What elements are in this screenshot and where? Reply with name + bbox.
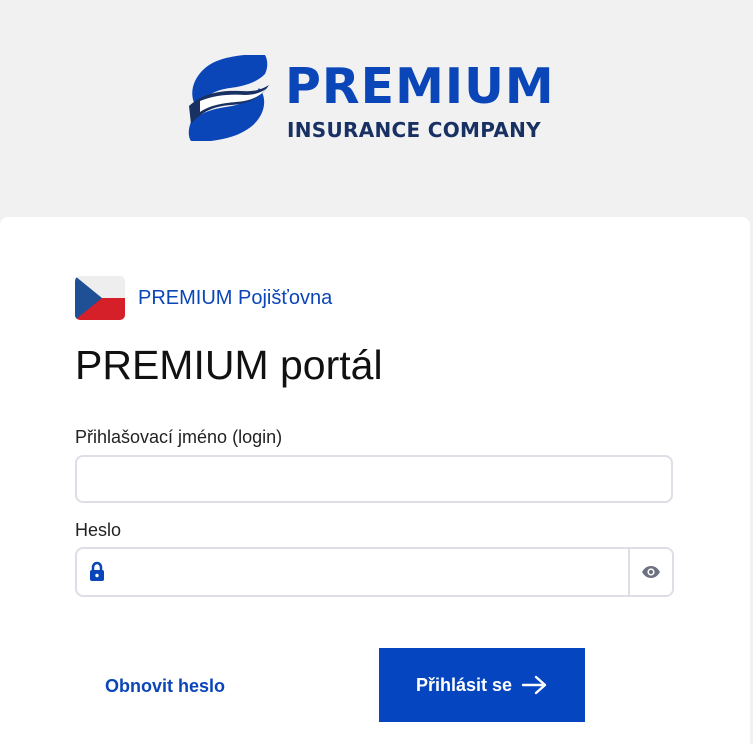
logo-subtitle: INSURANCE COMPANY <box>287 118 541 142</box>
password-visibility-toggle[interactable] <box>628 549 672 595</box>
page-header: PREMIUM INSURANCE COMPANY <box>0 0 753 217</box>
password-field[interactable] <box>75 547 674 597</box>
login-submit-label: Přihlásit se <box>415 675 513 695</box>
password-label: Heslo <box>75 520 122 540</box>
brand-name: PREMIUM Pojišťovna <box>138 287 333 309</box>
login-input[interactable] <box>75 455 673 503</box>
brand-row: PREMIUM Pojišťovna <box>75 275 332 321</box>
login-card: PREMIUM Pojišťovna PREMIUM portál Přihla… <box>0 217 750 744</box>
czech-flag-blue-triangle <box>75 276 102 320</box>
forgot-password-link[interactable]: Obnovit heslo <box>105 675 225 697</box>
arrow-right-icon <box>521 675 547 695</box>
premium-leaf-logo-icon <box>188 55 269 141</box>
login-label: Přihlašovací jméno (login) <box>75 427 283 447</box>
lock-icon <box>90 561 104 581</box>
premium-logo: PREMIUM INSURANCE COMPANY <box>186 54 566 146</box>
page-title: PREMIUM portál <box>75 342 383 388</box>
password-input[interactable] <box>117 549 627 595</box>
login-submit-button[interactable]: Přihlásit se <box>379 648 585 722</box>
eye-icon <box>642 566 660 578</box>
logo-wordmark: PREMIUM <box>285 58 555 115</box>
czech-flag-icon <box>75 276 125 320</box>
